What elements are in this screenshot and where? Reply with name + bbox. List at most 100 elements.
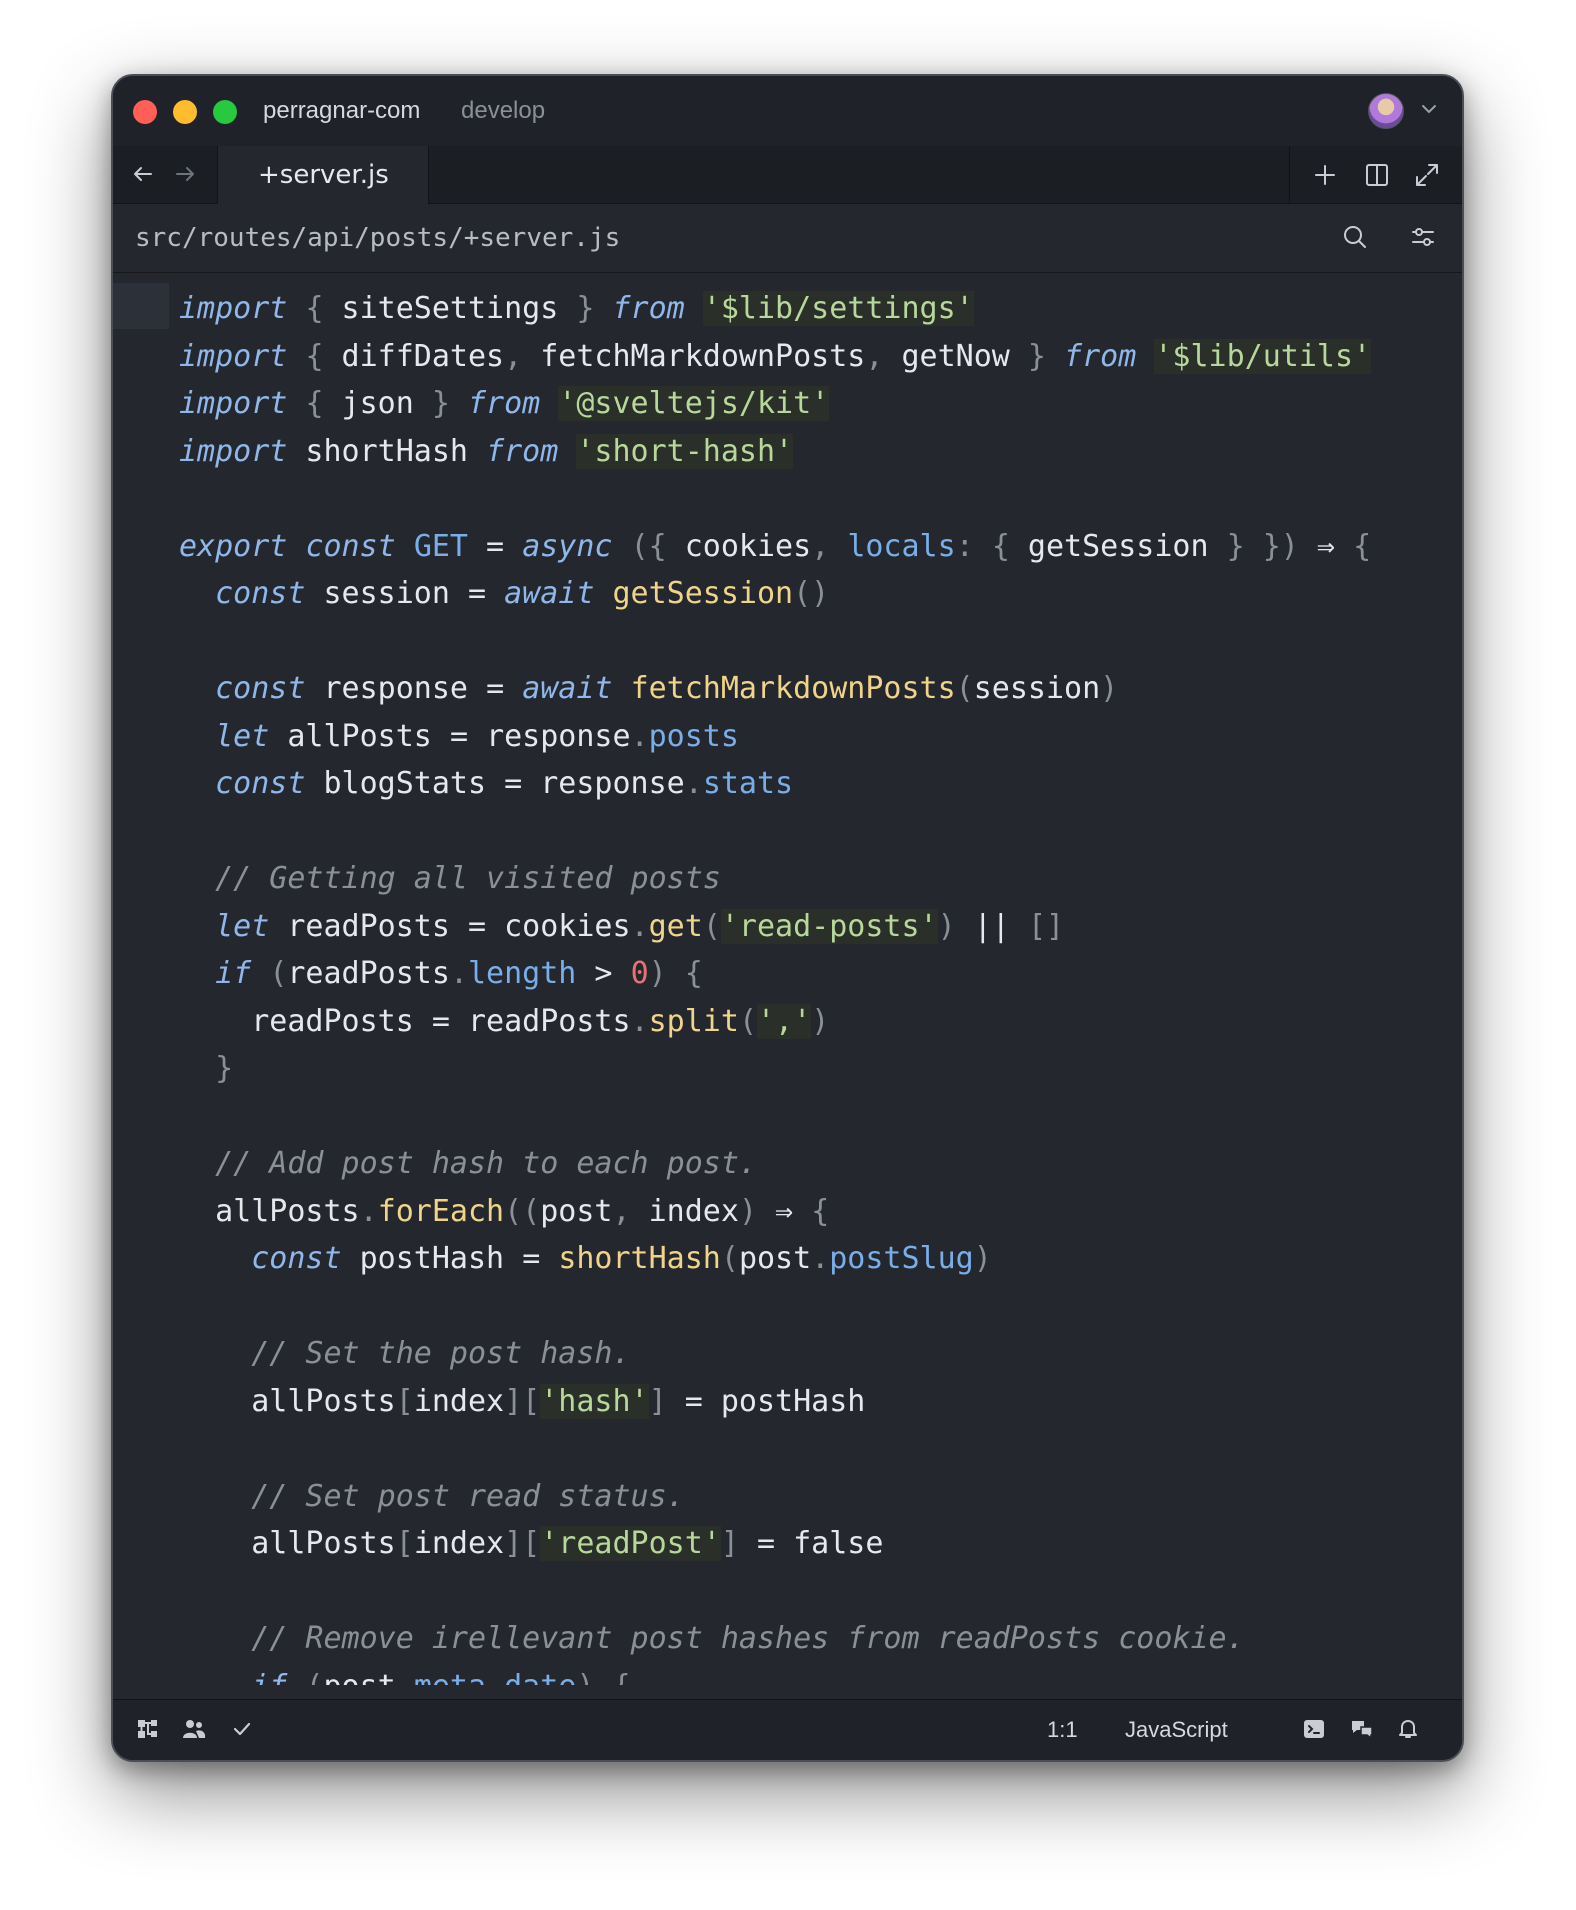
branch-name[interactable]: develop — [461, 96, 545, 126]
search-icon[interactable] — [1340, 222, 1370, 252]
code-line[interactable]: import { siteSettings } from '$lib/setti… — [179, 285, 1371, 333]
code-token: 'read-posts' — [720, 908, 938, 944]
code-line[interactable] — [179, 475, 1371, 523]
code-line[interactable] — [179, 1283, 1371, 1331]
check-icon[interactable] — [229, 1716, 255, 1742]
code-content[interactable]: import { siteSettings } from '$lib/setti… — [179, 285, 1371, 1685]
code-line[interactable]: const response = await fetchMarkdownPost… — [179, 665, 1371, 713]
project-name[interactable]: perragnar-com — [263, 96, 420, 126]
zoom-window-button[interactable] — [213, 100, 237, 124]
code-token: GET — [413, 528, 468, 564]
code-line[interactable]: import { json } from '@sveltejs/kit' — [179, 380, 1371, 428]
tab-actions — [1289, 146, 1462, 203]
code-token: . — [684, 766, 703, 801]
code-token: index — [413, 1526, 505, 1561]
code-line[interactable]: // Getting all visited posts — [179, 855, 1371, 903]
code-line[interactable] — [179, 1093, 1371, 1141]
code-line[interactable]: import shortHash from 'short-hash' — [179, 428, 1371, 476]
chevron-down-icon[interactable] — [1418, 98, 1440, 120]
code-token: { — [305, 291, 324, 326]
code-line[interactable]: let allPosts = response.posts — [179, 713, 1371, 761]
code-line[interactable]: // Set post read status. — [179, 1473, 1371, 1521]
cursor-position[interactable]: 1:1 — [1047, 1716, 1078, 1744]
code-token: ( — [305, 1669, 323, 1686]
expand-icon[interactable] — [1412, 160, 1442, 190]
code-line[interactable] — [179, 808, 1371, 856]
code-token: readPosts — [269, 908, 468, 944]
split-pane-icon[interactable] — [1362, 160, 1392, 190]
code-token: stats — [702, 766, 794, 801]
avatar[interactable] — [1368, 93, 1404, 129]
code-token: 'readPost' — [540, 1526, 721, 1561]
code-line[interactable]: if (readPosts.length > 0) { — [179, 950, 1371, 998]
arrow-right-icon[interactable] — [171, 160, 199, 188]
code-line[interactable]: allPosts[index]['hash'] = postHash — [179, 1378, 1371, 1426]
file-path[interactable]: src/routes/api/posts/+server.js — [135, 222, 620, 254]
code-line[interactable]: const blogStats = response.stats — [179, 760, 1371, 808]
code-line[interactable]: } — [179, 1045, 1371, 1093]
code-token: ( — [720, 1241, 739, 1276]
code-token: . — [630, 718, 649, 754]
minimize-window-button[interactable] — [173, 100, 197, 124]
code-token: allPosts — [251, 1383, 396, 1419]
code-line[interactable]: if (post.meta.date) { — [179, 1663, 1371, 1686]
code-token: }) — [1262, 528, 1299, 564]
code-line[interactable]: readPosts = readPosts.split(',') — [179, 998, 1371, 1046]
code-token: meta — [414, 1669, 486, 1686]
code-token: postHash — [720, 1383, 866, 1419]
code-line[interactable] — [179, 618, 1371, 666]
code-token: response — [540, 766, 685, 801]
code-line[interactable]: import { diffDates, fetchMarkdownPosts, … — [179, 333, 1372, 381]
code-token: import — [179, 386, 288, 421]
code-token: . — [449, 956, 468, 991]
project-tree-icon[interactable] — [135, 1716, 161, 1742]
code-token: ',' — [757, 1003, 812, 1039]
plus-icon[interactable] — [1310, 160, 1340, 190]
code-token: 'hash' — [540, 1383, 649, 1419]
code-editor[interactable]: import { siteSettings } from '$lib/setti… — [113, 273, 1462, 1685]
arrow-left-icon[interactable] — [129, 160, 157, 188]
code-token: { — [991, 528, 1010, 564]
code-line[interactable]: // Remove irellevant post hashes from re… — [179, 1615, 1371, 1663]
terminal-icon[interactable] — [1301, 1716, 1327, 1742]
sliders-icon[interactable] — [1408, 222, 1438, 252]
code-token: ( — [702, 908, 721, 944]
bell-icon[interactable] — [1395, 1716, 1421, 1742]
code-token: getSession — [612, 576, 794, 611]
code-token: const — [251, 1241, 342, 1276]
code-token: // Set post read status. — [251, 1478, 685, 1514]
code-token: postSlug — [829, 1241, 974, 1276]
code-token: from — [486, 433, 559, 469]
status-bar: 1:1 JavaScript — [113, 1699, 1462, 1760]
code-line[interactable]: const session = await getSession() — [179, 570, 1371, 618]
code-token: import — [179, 291, 288, 326]
people-icon[interactable] — [181, 1716, 207, 1742]
close-window-button[interactable] — [133, 100, 157, 124]
language-selector[interactable]: JavaScript — [1125, 1716, 1228, 1744]
code-line[interactable]: // Set the post hash. — [179, 1330, 1371, 1378]
code-token: const — [305, 528, 396, 564]
code-line[interactable]: let readPosts = cookies.get('read-posts'… — [179, 903, 1371, 951]
chat-icon[interactable] — [1349, 1716, 1375, 1742]
code-token: . — [811, 1241, 830, 1276]
code-line[interactable]: allPosts.forEach((post, index) ⇒ { — [179, 1188, 1371, 1236]
code-line[interactable] — [179, 1568, 1371, 1616]
code-token: allPosts — [269, 718, 450, 754]
code-token: shortHash — [558, 1241, 721, 1276]
tab-server-js[interactable]: +server.js — [217, 146, 429, 204]
code-line[interactable]: allPosts[index]['readPost'] = false — [179, 1520, 1371, 1568]
code-line[interactable] — [179, 1425, 1371, 1473]
code-line[interactable]: export const GET = async ({ cookies, loc… — [179, 523, 1371, 571]
code-token: { — [613, 1669, 631, 1686]
code-token: blogStats — [305, 766, 505, 801]
code-token: siteSettings — [323, 291, 577, 326]
code-line[interactable]: // Add post hash to each post. — [179, 1140, 1371, 1188]
code-line[interactable]: const postHash = shortHash(post.postSlug… — [179, 1235, 1371, 1283]
